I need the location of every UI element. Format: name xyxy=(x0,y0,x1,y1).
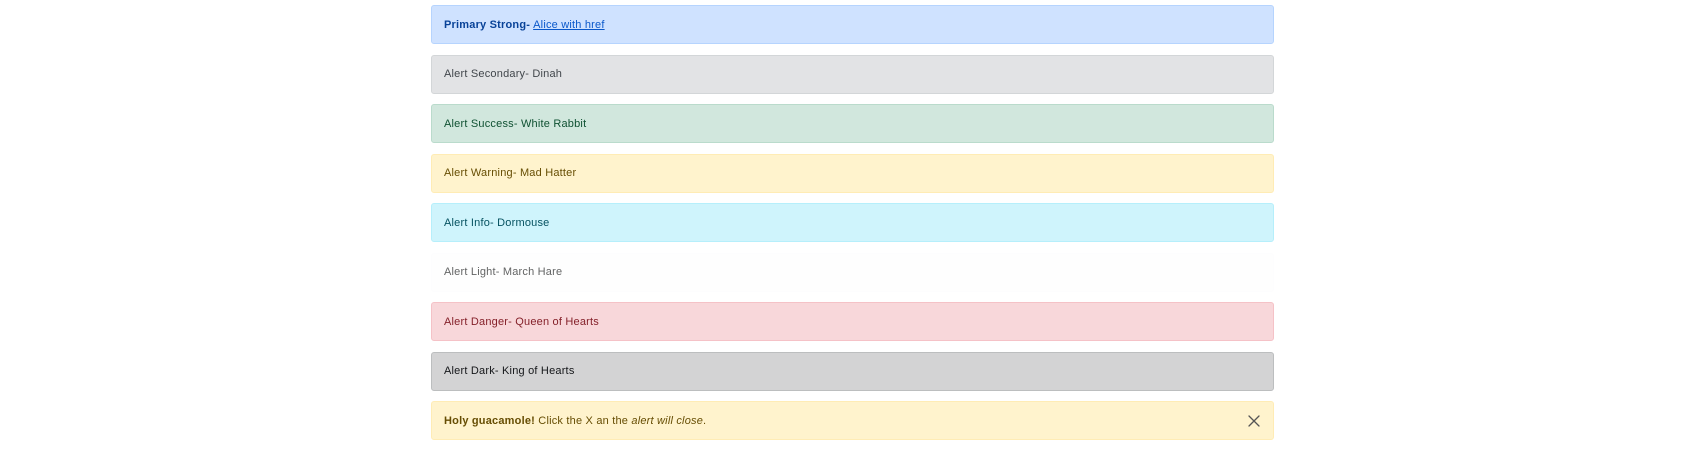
alert-warning: Alert Warning- Mad Hatter xyxy=(431,153,1274,193)
alert-dismissible-text: Click the X an the xyxy=(538,414,629,427)
alert-dismissible-emphasis: alert will close xyxy=(631,414,704,427)
alert-primary-strong: Primary Strong- xyxy=(444,18,531,31)
alert-primary-link[interactable]: Alice with href xyxy=(533,19,604,31)
alert-light-text: Alert Light- March Hare xyxy=(444,266,563,278)
alert-danger-text: Alert Danger- Queen of Hearts xyxy=(444,315,599,328)
alert-danger: Alert Danger- Queen of Hearts xyxy=(431,302,1274,341)
alert-success: Alert Success- White Rabbit xyxy=(431,104,1274,143)
alerts-container: Primary Strong- Alice with href Alert Se… xyxy=(431,5,1274,451)
alert-dismissible-message: Holy guacamole! Click the X an the alert… xyxy=(444,415,706,427)
close-icon xyxy=(1248,414,1260,427)
alert-dismissible-strong: Holy guacamole! xyxy=(444,414,536,427)
alert-dismissible-period: . xyxy=(703,414,707,427)
alert-info-text: Alert Info- Dormouse xyxy=(444,216,550,229)
alert-primary: Primary Strong- Alice with href xyxy=(431,5,1274,44)
close-button[interactable] xyxy=(1245,412,1263,430)
alert-light: Alert Light- March Hare xyxy=(431,252,1274,292)
alert-info: Alert Info- Dormouse xyxy=(431,203,1274,242)
alert-secondary: Alert Secondary- Dinah xyxy=(431,54,1274,94)
alert-dark: Alert Dark- King of Hearts xyxy=(431,351,1274,391)
alert-dismissible: Holy guacamole! Click the X an the alert… xyxy=(431,401,1274,440)
alert-success-text: Alert Success- White Rabbit xyxy=(444,117,587,130)
alert-dark-text: Alert Dark- King of Hearts xyxy=(444,365,575,377)
alert-warning-text: Alert Warning- Mad Hatter xyxy=(444,167,577,179)
alert-secondary-text: Alert Secondary- Dinah xyxy=(444,68,563,80)
